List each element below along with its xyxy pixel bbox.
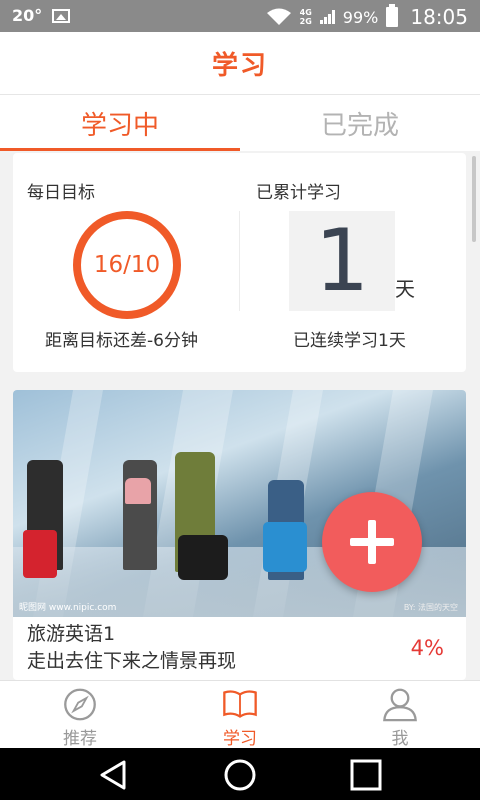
back-icon[interactable]: [98, 759, 130, 791]
tab-learning[interactable]: 学习中: [0, 95, 240, 151]
tab-completed[interactable]: 已完成: [240, 95, 480, 151]
total-study-label: 已累计学习: [256, 183, 341, 203]
add-course-button[interactable]: [322, 492, 422, 592]
nav-study[interactable]: 学习: [160, 681, 320, 749]
user-icon: [383, 688, 417, 722]
temperature-text: 20°: [12, 6, 43, 25]
nav-me[interactable]: 我: [320, 681, 480, 749]
battery-icon: [386, 4, 399, 27]
nav-me-label: 我: [391, 729, 409, 749]
course-progress: 4%: [410, 636, 444, 660]
total-days-box: 1: [289, 211, 395, 311]
system-nav-bar: [0, 748, 480, 800]
daily-goal-label: 每日目标: [27, 183, 95, 203]
battery-percent: 99%: [342, 7, 379, 27]
daily-goal-note: 距离目标还差-6分钟: [45, 331, 198, 351]
scrollbar[interactable]: [472, 156, 476, 242]
network-type-indicator: 4G 2G: [299, 8, 312, 26]
nav-recommend[interactable]: 推荐: [0, 681, 160, 749]
signal-bars-icon: [319, 10, 335, 24]
clock: 18:05: [410, 5, 468, 29]
nav-recommend-label: 推荐: [63, 729, 97, 749]
page-title: 学习: [211, 50, 268, 81]
bottom-navigation: 推荐 学习 我: [0, 680, 480, 749]
daily-goal-value: 16/10: [93, 252, 161, 278]
course-card[interactable]: 昵图网 www.nipic.com BY: 法国的天空 旅游英语1 走出去住下来…: [13, 390, 466, 680]
image-notification-icon: [52, 8, 71, 23]
app-header: 学习: [0, 32, 480, 95]
compass-icon: [64, 688, 96, 721]
daily-goal-ring: 16/10: [73, 211, 181, 319]
watermark-right: BY: 法国的天空: [403, 603, 458, 612]
nav-study-label: 学习: [223, 729, 257, 749]
recent-apps-icon[interactable]: [350, 759, 382, 791]
watermark-left: 昵图网 www.nipic.com: [19, 603, 117, 613]
tab-bar: 学习中 已完成: [0, 95, 480, 151]
course-subtitle: 走出去住下来之情景再现: [27, 650, 237, 672]
stats-card: 每日目标 16/10 距离目标还差-6分钟 已累计学习 1 天 已连续学习1天: [13, 153, 466, 372]
book-icon: [223, 690, 257, 718]
home-icon[interactable]: [223, 759, 257, 791]
status-bar: 20° 4G 2G 99% 18:05: [0, 0, 480, 32]
wifi-icon: [266, 8, 291, 25]
streak-note: 已连续学习1天: [293, 331, 406, 351]
total-days-value: 1: [314, 211, 370, 311]
course-title: 旅游英语1: [27, 623, 116, 645]
total-days-unit: 天: [395, 277, 415, 301]
stats-divider: [239, 211, 240, 311]
